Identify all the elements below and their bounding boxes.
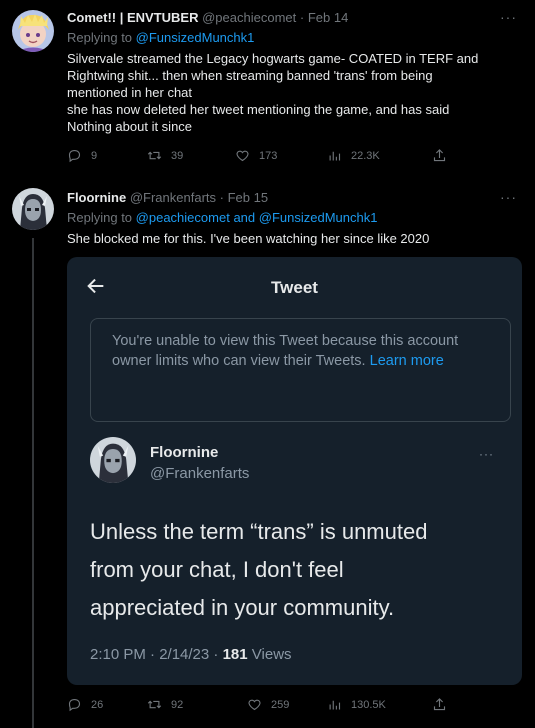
learn-more-link: Learn more [369,353,444,369]
retweet-button[interactable]: 92 [147,697,183,712]
avatar-comet[interactable] [12,10,54,52]
like-button[interactable]: 173 [235,148,277,163]
tweet-text-line: mentioned in her chat [67,85,193,100]
avatar-floornine[interactable] [12,188,54,230]
like-count: 259 [271,698,290,711]
mention-link[interactable]: @peachiecomet [136,210,230,225]
tweet-2[interactable]: Floornine @Frankenfarts · Feb 15 ··· Rep… [0,175,535,728]
share-button[interactable] [432,697,447,712]
retweet-count: 92 [171,698,184,711]
tweet-date[interactable]: Feb 15 [228,190,268,205]
action-bar: 26 92 259 130.5K [67,697,507,717]
tweet-text-line: she has now deleted her tweet mentioning… [67,102,450,117]
heart-icon [248,699,261,711]
more-options-icon[interactable]: ··· [500,189,517,205]
view-count: 22.3K [351,149,380,162]
reply-count: 26 [91,698,104,711]
view-count: 130.5K [351,698,386,711]
like-button[interactable]: 259 [247,697,289,712]
embed-header-title: Tweet [271,278,318,297]
attached-image[interactable]: Tweet You're unable to view this Tweet b… [67,257,522,685]
share-icon [433,149,446,162]
views-button[interactable]: 22.3K [327,148,380,163]
retweet-button[interactable]: 39 [147,148,183,163]
embed-time: 2:10 PM · 2/14/23 · [90,646,219,663]
share-icon [433,698,446,711]
embed-text-line: Unless the term “trans” is unmuted [90,519,428,544]
tweet-text: Silvervale streamed the Legacy hogwarts … [67,50,517,135]
reply-icon [68,149,81,163]
retweet-count: 39 [171,149,184,162]
author-handle[interactable]: @peachiecomet [202,10,296,25]
reply-button[interactable]: 26 [67,697,103,712]
replying-to: Replying to @FunsizedMunchk1 [67,30,254,45]
share-button[interactable] [432,148,447,163]
replying-to-label: Replying to [67,210,133,225]
replying-to: Replying to @peachiecomet and @FunsizedM… [67,210,377,225]
mention-link[interactable]: @FunsizedMunchk1 [259,210,378,225]
restricted-notice: You're unable to view this Tweet because… [90,318,511,422]
views-icon [329,151,341,161]
retweet-icon [147,151,162,160]
embed-author-name: Floornine [150,444,219,461]
embed-text-line: appreciated in your community. [90,595,395,620]
author-handle[interactable]: @Frankenfarts [130,190,216,205]
tweet-1[interactable]: Comet!! | ENVTUBER @peachiecomet · Feb 1… [0,0,535,175]
author-name[interactable]: Floornine [67,190,126,205]
views-icon [329,700,341,710]
dot-separator: · [219,190,224,205]
tweet-text-line: Silvervale streamed the Legacy hogwarts … [67,51,479,66]
reply-icon [68,698,81,712]
reply-button[interactable]: 9 [67,148,97,163]
tweet-date[interactable]: Feb 14 [308,10,348,25]
replying-to-label: Replying to [67,30,133,45]
like-count: 173 [259,149,278,162]
embed-more-icon: ··· [479,447,494,461]
embed-tweet-text: Unless the term “trans” is unmuted from … [90,513,500,627]
tweet-text: She blocked me for this. I've been watch… [67,231,430,246]
heart-icon [236,150,249,162]
tweet-text-line: Rightwing shit... then when streaming ba… [67,68,433,83]
embed-timestamp: 2:10 PM · 2/14/23 · 181 Views [90,646,292,663]
more-options-icon[interactable]: ··· [500,9,517,25]
replying-and: and [233,210,256,225]
reply-count: 9 [91,149,98,162]
embed-author-handle: @Frankenfarts [150,465,250,482]
action-bar: 9 39 173 22.3K [67,148,507,168]
embed-text-line: from your chat, I don't feel [90,557,344,582]
views-button[interactable]: 130.5K [327,697,386,712]
mention-link[interactable]: @FunsizedMunchk1 [136,30,255,45]
retweet-icon [147,700,162,709]
embed-views-label: Views [251,646,292,663]
author-name[interactable]: Comet!! | ENVTUBER [67,10,198,25]
embed-avatar [90,437,136,483]
dot-separator: · [299,10,305,25]
tweet-text-line: Nothing about it since [67,119,193,134]
embed-views-count: 181 [222,646,248,663]
